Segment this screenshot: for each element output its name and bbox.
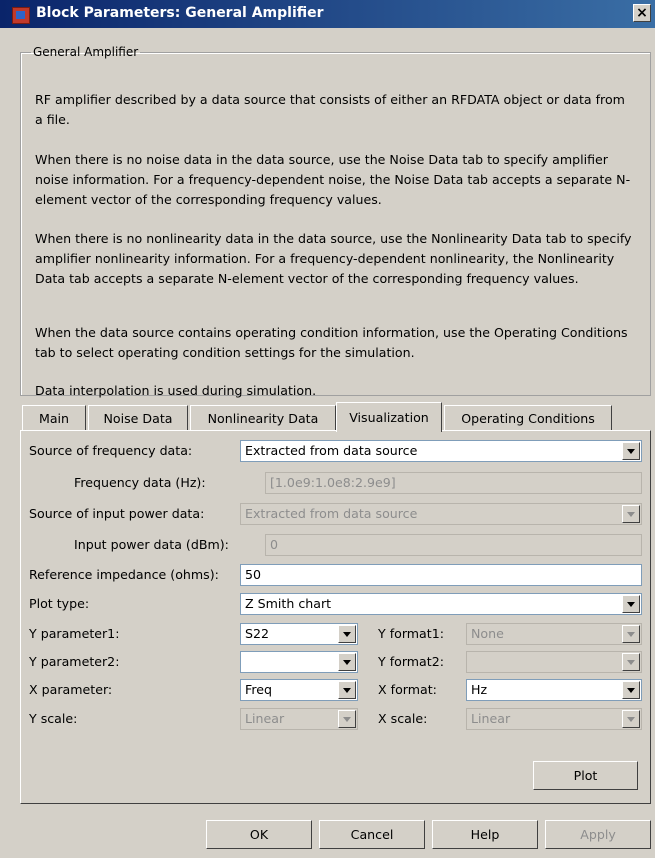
help-button[interactable]: Help — [432, 820, 538, 849]
chevron-down-icon[interactable] — [622, 505, 640, 523]
window-title: Block Parameters: General Amplifier — [36, 5, 324, 21]
tab-operating-conditions[interactable]: Operating Conditions — [444, 405, 612, 431]
x-param-value: Freq — [245, 682, 272, 697]
y-param2-label: Y parameter2: — [29, 654, 120, 669]
power-data-value: 0 — [270, 537, 279, 552]
ref-impedance-value: 50 — [245, 567, 262, 582]
tab-visualization[interactable]: Visualization — [336, 402, 442, 432]
description-paragraph-1: RF amplifier described by a data source … — [35, 92, 625, 127]
source-freq-dropdown[interactable]: Extracted from data source — [240, 440, 642, 462]
ok-button[interactable]: OK — [206, 820, 312, 849]
power-data-field[interactable]: 0 — [265, 534, 642, 556]
x-scale-value: Linear — [471, 711, 511, 726]
power-data-label: Input power data (dBm): — [74, 537, 229, 552]
description-paragraph-2: When there is no noise data in the data … — [35, 152, 631, 207]
description-paragraph-4: When the data source contains operating … — [35, 325, 628, 360]
y-format1-value: None — [471, 626, 504, 641]
cancel-button[interactable]: Cancel — [319, 820, 425, 849]
x-param-dropdown[interactable]: Freq — [240, 679, 358, 701]
description-paragraph-5: Data interpolation is used during simula… — [35, 383, 317, 398]
y-format1-dropdown[interactable]: None — [466, 623, 642, 645]
chevron-down-icon[interactable] — [338, 653, 356, 671]
y-scale-label: Y scale: — [29, 711, 78, 726]
close-button[interactable]: × — [633, 4, 651, 22]
description-legend: General Amplifier — [33, 45, 139, 59]
chevron-down-icon[interactable] — [622, 595, 640, 613]
x-format-value: Hz — [471, 682, 488, 697]
source-power-label: Source of input power data: — [29, 506, 205, 521]
simulink-block-icon — [12, 7, 30, 24]
y-param1-value: S22 — [245, 626, 270, 641]
plot-button[interactable]: Plot — [533, 761, 638, 790]
chevron-down-icon[interactable] — [622, 625, 640, 643]
x-format-label: X format: — [378, 682, 437, 697]
y-format1-label: Y format1: — [378, 626, 444, 641]
chevron-down-icon[interactable] — [622, 710, 640, 728]
tab-nonlinearity-data[interactable]: Nonlinearity Data — [190, 405, 336, 431]
description-group: General Amplifier RF amplifier described… — [20, 45, 651, 398]
y-format2-dropdown[interactable] — [466, 651, 642, 673]
chevron-down-icon[interactable] — [338, 710, 356, 728]
y-scale-dropdown[interactable]: Linear — [240, 708, 358, 730]
tab-noise-data[interactable]: Noise Data — [88, 405, 188, 431]
y-format2-label: Y format2: — [378, 654, 444, 669]
chevron-down-icon[interactable] — [622, 653, 640, 671]
ref-impedance-field[interactable]: 50 — [240, 564, 642, 586]
y-param1-label: Y parameter1: — [29, 626, 120, 641]
y-scale-value: Linear — [245, 711, 285, 726]
plot-type-label: Plot type: — [29, 596, 90, 611]
source-power-value: Extracted from data source — [245, 506, 418, 521]
tab-main[interactable]: Main — [22, 405, 86, 431]
plot-type-value: Z Smith chart — [245, 596, 332, 611]
source-freq-value: Extracted from data source — [245, 443, 418, 458]
plot-type-dropdown[interactable]: Z Smith chart — [240, 593, 642, 615]
freq-data-value: [1.0e9:1.0e8:2.9e9] — [270, 475, 396, 490]
x-param-label: X parameter: — [29, 682, 113, 697]
title-bar: Block Parameters: General Amplifier × — [0, 0, 655, 28]
source-power-dropdown[interactable]: Extracted from data source — [240, 503, 642, 525]
source-freq-label: Source of frequency data: — [29, 443, 193, 458]
chevron-down-icon[interactable] — [338, 625, 356, 643]
x-scale-dropdown[interactable]: Linear — [466, 708, 642, 730]
chevron-down-icon[interactable] — [622, 442, 640, 460]
apply-button[interactable]: Apply — [545, 820, 651, 849]
visualization-panel: Source of frequency data: Extracted from… — [20, 430, 651, 804]
y-param1-dropdown[interactable]: S22 — [240, 623, 358, 645]
freq-data-label: Frequency data (Hz): — [74, 475, 206, 490]
freq-data-field[interactable]: [1.0e9:1.0e8:2.9e9] — [265, 472, 642, 494]
y-param2-dropdown[interactable] — [240, 651, 358, 673]
x-format-dropdown[interactable]: Hz — [466, 679, 642, 701]
ref-impedance-label: Reference impedance (ohms): — [29, 567, 219, 582]
chevron-down-icon[interactable] — [338, 681, 356, 699]
description-paragraph-3: When there is no nonlinearity data in th… — [35, 231, 632, 286]
chevron-down-icon[interactable] — [622, 681, 640, 699]
x-scale-label: X scale: — [378, 711, 428, 726]
